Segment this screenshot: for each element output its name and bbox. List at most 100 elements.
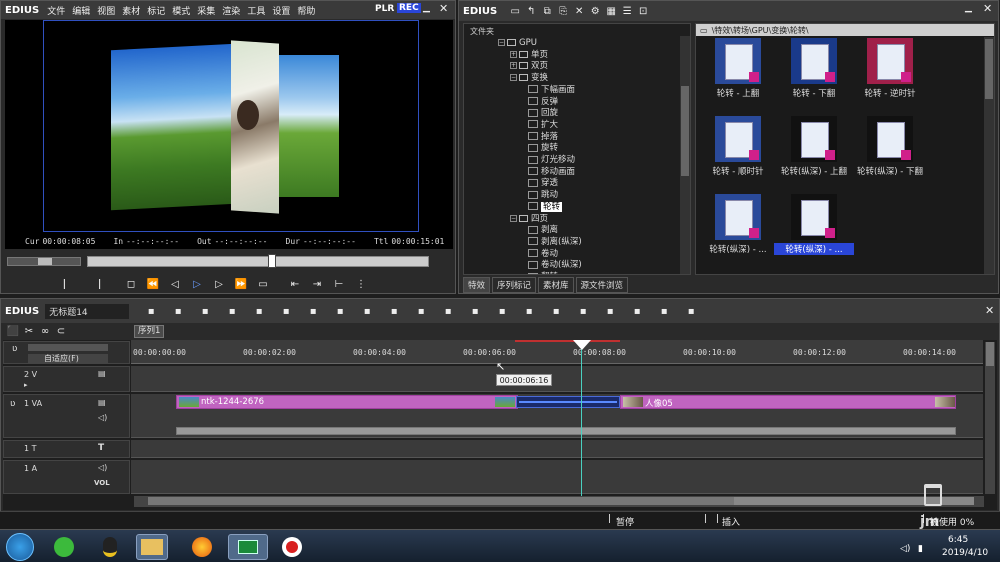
effect-thumbnail[interactable]: 轮转(纵深) - 下翻 bbox=[850, 116, 930, 177]
tree-item[interactable]: 剥离 bbox=[528, 225, 558, 237]
effect-thumbnail[interactable]: 轮转(纵深) - 上翻 bbox=[774, 116, 854, 177]
clip-portrait[interactable]: 人像05 bbox=[620, 395, 956, 409]
tree-scrollbar[interactable] bbox=[680, 36, 690, 274]
fit-dropdown[interactable]: 自适应(F) bbox=[28, 354, 108, 364]
tree-item[interactable]: 翻转 bbox=[528, 272, 558, 274]
track-patch-icon[interactable]: ʋ bbox=[12, 344, 17, 354]
marker-icon[interactable]: ▪ bbox=[521, 304, 537, 318]
shuttle-slider[interactable] bbox=[7, 257, 81, 266]
overwrite-icon[interactable]: ⇥ bbox=[309, 277, 325, 291]
track-v2-video-icon[interactable]: ▤ bbox=[98, 369, 106, 378]
lock-icon[interactable]: ⊡ bbox=[635, 4, 651, 18]
sync-icon[interactable]: ⊂ bbox=[53, 324, 69, 338]
play-icon[interactable]: ▷ bbox=[189, 277, 205, 291]
tree-item[interactable]: 穿透 bbox=[528, 178, 558, 190]
taskbar-edius-icon[interactable] bbox=[228, 534, 268, 560]
position-handle[interactable] bbox=[268, 254, 276, 268]
tree-single[interactable]: + 单页 bbox=[510, 50, 548, 62]
lane-v2[interactable] bbox=[131, 366, 983, 392]
effect-thumbnail[interactable]: 轮转 - 上翻 bbox=[698, 38, 778, 99]
menu-item[interactable]: 文件 bbox=[47, 4, 65, 17]
open-icon[interactable]: ▪ bbox=[224, 304, 240, 318]
track-mode-icon[interactable]: ⬛ bbox=[5, 324, 21, 338]
tree-item[interactable]: 跳动 bbox=[528, 190, 558, 202]
link-icon[interactable]: ∞ bbox=[37, 324, 53, 338]
menu-item[interactable]: 视图 bbox=[97, 4, 115, 17]
output-icon[interactable]: ⋮ bbox=[353, 277, 369, 291]
tree-double[interactable]: + 双页 bbox=[510, 61, 548, 73]
menu-item[interactable]: 渲染 bbox=[222, 4, 240, 17]
taskbar-360-icon[interactable] bbox=[48, 534, 80, 560]
trash-icon[interactable] bbox=[924, 484, 942, 506]
tree-item[interactable]: 旋转 bbox=[528, 143, 558, 155]
copy-icon[interactable]: ▪ bbox=[305, 304, 321, 318]
collapse-icon[interactable]: − bbox=[498, 39, 505, 46]
menu-item[interactable]: 标记 bbox=[147, 4, 165, 17]
sequence-tab[interactable]: 序列1 bbox=[134, 325, 164, 338]
effect-thumbnail[interactable]: 轮转 - 逆时针 bbox=[850, 38, 930, 99]
menu-item[interactable]: 工具 bbox=[247, 4, 265, 17]
undo-icon[interactable]: ▪ bbox=[440, 304, 456, 318]
effects-tab[interactable]: 素材库 bbox=[538, 277, 574, 293]
audio-clip-strip[interactable] bbox=[176, 427, 956, 435]
playhead-line[interactable] bbox=[581, 342, 582, 497]
split-icon[interactable]: ▪ bbox=[494, 304, 510, 318]
tree-item[interactable]: 卷动 bbox=[528, 249, 558, 261]
ripple-delete-icon[interactable]: ▪ bbox=[413, 304, 429, 318]
effect-thumbnail[interactable]: 轮转(纵深) - ... bbox=[698, 194, 778, 255]
folder-icon[interactable]: ▭ bbox=[507, 4, 523, 18]
menu-item[interactable]: 编辑 bbox=[72, 4, 90, 17]
clock-time[interactable]: 6:45 bbox=[948, 535, 968, 545]
effect-thumbnail[interactable]: 轮转 - 顺时针 bbox=[698, 116, 778, 177]
stop-icon[interactable]: ◻ bbox=[123, 277, 139, 291]
tree-four[interactable]: − 四页 bbox=[510, 214, 548, 226]
cut-icon[interactable]: ▪ bbox=[278, 304, 294, 318]
timeline-vscroll[interactable] bbox=[985, 342, 995, 494]
clock-date[interactable]: 2019/4/10 bbox=[942, 548, 988, 558]
rec-mode-button[interactable]: REC bbox=[397, 3, 421, 13]
effects-close-icon[interactable]: ✕ bbox=[983, 2, 992, 15]
effects-minimize-icon[interactable]: ▁ bbox=[965, 3, 972, 13]
insert-icon[interactable]: ⇤ bbox=[287, 277, 303, 291]
trim-icon[interactable]: ⊢ bbox=[331, 277, 347, 291]
start-button[interactable] bbox=[6, 533, 34, 561]
track-v2-expand-icon[interactable]: ▸ bbox=[24, 381, 28, 389]
new-sequence-icon[interactable]: ▪ bbox=[197, 304, 213, 318]
step-back-icon[interactable]: ◁ bbox=[167, 277, 183, 291]
expand-icon[interactable]: + bbox=[510, 62, 517, 70]
track-va1-audio-icon[interactable]: ◁) bbox=[98, 413, 107, 422]
tree-transform[interactable]: − 变换 bbox=[510, 73, 548, 85]
menu-item[interactable]: 采集 bbox=[197, 4, 215, 17]
mixer-icon[interactable]: ▪ bbox=[629, 304, 645, 318]
effect-thumbnail[interactable]: 轮转(纵深) - ... bbox=[774, 194, 854, 255]
track-va1-video-icon[interactable]: ▤ bbox=[98, 398, 106, 407]
playhead-marker[interactable] bbox=[573, 340, 591, 350]
tree-item[interactable]: 扩大 bbox=[528, 120, 558, 132]
header-slider[interactable] bbox=[28, 344, 108, 351]
transition-clip[interactable] bbox=[516, 396, 620, 408]
tray-volume-icon[interactable]: ◁) bbox=[900, 544, 910, 554]
timeline-vscroll-thumb[interactable] bbox=[986, 342, 994, 366]
close-icon[interactable]: ✕ bbox=[439, 2, 448, 15]
tree-item[interactable]: 剥离(纵深) bbox=[528, 237, 582, 249]
plr-mode-button[interactable]: PLR bbox=[375, 4, 394, 14]
track-va1-patch-icon[interactable]: ʋ bbox=[10, 399, 15, 409]
redo-icon[interactable]: ▪ bbox=[467, 304, 483, 318]
tree-item[interactable]: 灯光移动 bbox=[528, 155, 575, 167]
tree-item[interactable]: 掉落 bbox=[528, 132, 558, 144]
tree-item[interactable]: 反弹 bbox=[528, 97, 558, 109]
render-icon[interactable]: ▪ bbox=[656, 304, 672, 318]
timeline-settings-icon[interactable]: ▪ bbox=[143, 304, 159, 318]
capture-icon[interactable]: ▪ bbox=[170, 304, 186, 318]
list-icon[interactable]: ☰ bbox=[619, 4, 635, 18]
up-folder-icon[interactable]: ↰ bbox=[523, 4, 539, 18]
effects-tab[interactable]: 源文件浏览 bbox=[575, 277, 629, 293]
set-in-icon[interactable]: ⎸ bbox=[61, 277, 77, 291]
copy-icon[interactable]: ⧉ bbox=[539, 4, 555, 18]
shuttle-handle[interactable] bbox=[38, 258, 52, 265]
taskbar-firefox-icon[interactable] bbox=[186, 534, 218, 560]
menu-item[interactable]: 帮助 bbox=[297, 4, 315, 17]
timeline-hscroll[interactable] bbox=[134, 496, 984, 507]
paste-icon[interactable]: ▪ bbox=[332, 304, 348, 318]
tree-item[interactable]: 下幅画面 bbox=[528, 85, 575, 97]
